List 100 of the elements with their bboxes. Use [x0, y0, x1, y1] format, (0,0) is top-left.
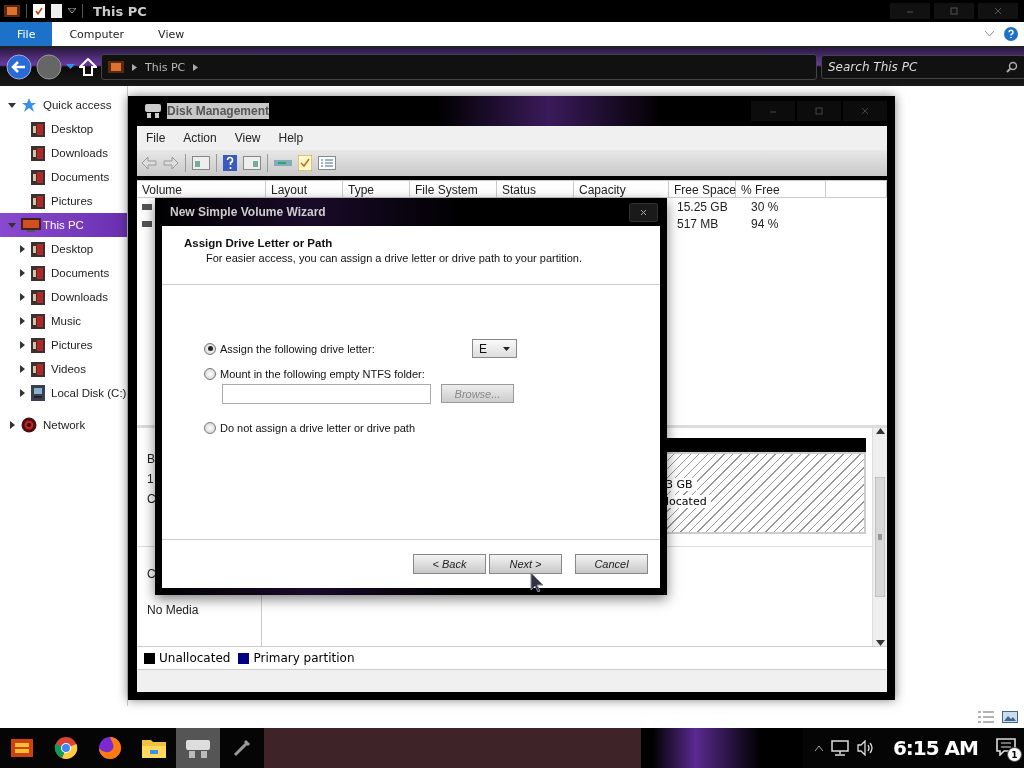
- drive-letter-dropdown[interactable]: E: [472, 339, 517, 358]
- address-bar[interactable]: This PC: [101, 54, 817, 80]
- computer-icon: [21, 218, 41, 232]
- folder-icon[interactable]: [142, 738, 166, 758]
- drive-icon: [31, 385, 45, 401]
- option-label[interactable]: Assign the following drive letter:: [220, 342, 375, 355]
- dialog-title: New Simple Volume Wizard: [170, 205, 326, 219]
- folder-icon: [31, 361, 45, 377]
- properties-icon[interactable]: [318, 156, 336, 170]
- menu-item[interactable]: Action: [174, 131, 226, 145]
- table-cell-text: 517 MB: [676, 216, 720, 231]
- wizard-button[interactable]: < Back: [413, 554, 486, 574]
- sidebar-item[interactable]: Local Disk (C:): [0, 381, 127, 405]
- menu-item[interactable]: File: [137, 131, 175, 145]
- ribbon-tab[interactable]: View: [141, 22, 202, 46]
- folder-icon: [31, 337, 45, 353]
- forward-icon[interactable]: [36, 54, 62, 80]
- sidebar-item[interactable]: Downloads: [0, 285, 127, 309]
- panel-icon[interactable]: [243, 156, 261, 170]
- sidebar-item[interactable]: Videos: [0, 357, 127, 381]
- dropdown-icon[interactable]: [68, 8, 76, 14]
- column-header[interactable]: Volume: [137, 180, 266, 198]
- scroll-thumb[interactable]: [875, 477, 885, 597]
- radio-button[interactable]: [204, 422, 216, 434]
- disk-icon[interactable]: [186, 738, 210, 758]
- breadcrumb[interactable]: This PC: [145, 60, 186, 74]
- folder-path-field[interactable]: [222, 384, 431, 404]
- globe-icon: [21, 417, 37, 433]
- option-label[interactable]: Do not assign a drive letter or drive path: [220, 422, 416, 434]
- table-cell-text: 15.25 GB: [676, 199, 729, 214]
- caret-up-icon[interactable]: [814, 745, 823, 751]
- chevron-down-icon[interactable]: [985, 31, 994, 37]
- radio-button[interactable]: [204, 342, 216, 355]
- sidebar-item[interactable]: Desktop: [0, 237, 127, 261]
- sidebar-item[interactable]: Quick access: [0, 93, 127, 117]
- ribbon-tab[interactable]: Computer: [52, 22, 142, 46]
- chevron-icon: [193, 63, 199, 71]
- wizard-button[interactable]: Next >: [489, 554, 562, 574]
- folder-icon: [31, 265, 45, 281]
- expand-arrow-icon[interactable]: [8, 421, 16, 429]
- sidebar-item[interactable]: Pictures: [0, 189, 127, 213]
- sidebar-item[interactable]: Documents: [0, 261, 127, 285]
- sidebar-item[interactable]: Documents: [0, 165, 127, 189]
- checklist-icon[interactable]: [298, 155, 312, 171]
- wizard-button[interactable]: Cancel: [575, 554, 648, 574]
- folder-icon: [31, 121, 45, 137]
- expand-arrow-icon[interactable]: [18, 293, 26, 301]
- window-title: Disk Management: [167, 103, 270, 119]
- column-header[interactable]: Capacity: [574, 180, 669, 198]
- disk-label: B: [147, 452, 156, 466]
- column-header[interactable]: Free Space: [669, 180, 736, 198]
- window-title: This PC: [93, 3, 147, 19]
- column-header[interactable]: % Free: [736, 180, 826, 198]
- option-label[interactable]: Mount in the following empty NTFS folder:: [220, 368, 425, 380]
- expand-arrow-icon[interactable]: [18, 317, 26, 325]
- radio-button[interactable]: [204, 368, 216, 380]
- folder-icon: [108, 61, 124, 73]
- sidebar-item[interactable]: This PC: [0, 213, 127, 237]
- up-arrow-icon[interactable]: [79, 58, 97, 76]
- notifications-icon[interactable]: [996, 738, 1016, 756]
- sidebar-item[interactable]: Downloads: [0, 141, 127, 165]
- clock[interactable]: 6:15 AM: [892, 736, 978, 760]
- back-icon[interactable]: [6, 54, 32, 80]
- ribbon-tab[interactable]: File: [0, 22, 53, 46]
- page-heading: Assign Drive Letter or Path: [184, 237, 334, 249]
- cursor-icon: [530, 572, 544, 592]
- menu-item[interactable]: Help: [269, 131, 313, 145]
- expand-arrow-icon[interactable]: [18, 365, 26, 373]
- folder-icon: [31, 289, 45, 305]
- sidebar-item[interactable]: Pictures: [0, 333, 127, 357]
- disk-label: No Media: [147, 603, 200, 617]
- network-icon[interactable]: [830, 740, 849, 756]
- panel-icon[interactable]: [192, 156, 210, 170]
- expand-arrow-icon[interactable]: [18, 245, 26, 253]
- dropdown-icon[interactable]: [66, 64, 75, 70]
- table-cell-text: 30 %: [750, 199, 779, 214]
- browser-icon[interactable]: [54, 736, 78, 760]
- sidebar-item[interactable]: Music: [0, 309, 127, 333]
- wrench-icon[interactable]: [232, 738, 252, 758]
- checklist-icon[interactable]: [33, 4, 45, 18]
- browser-icon[interactable]: [98, 736, 122, 760]
- column-header[interactable]: File System: [410, 180, 497, 198]
- expand-arrow-icon[interactable]: [18, 269, 26, 277]
- unallocated-partition[interactable]: 3 GB located: [664, 452, 866, 534]
- expand-arrow-icon[interactable]: [18, 389, 26, 397]
- help-icon[interactable]: [1004, 27, 1018, 41]
- partition-label: 3 GB: [666, 478, 697, 491]
- menu-item[interactable]: View: [225, 131, 270, 145]
- legend-label: Unallocated: [159, 651, 231, 665]
- sidebar-item[interactable]: Network: [0, 413, 127, 437]
- help-icon[interactable]: [223, 155, 237, 171]
- sidebar-item[interactable]: Desktop: [0, 117, 127, 141]
- folder-icon: [4, 5, 20, 17]
- partition-label: located: [666, 495, 711, 508]
- expand-arrow-icon[interactable]: [18, 341, 26, 349]
- thumbnails-view-icon[interactable]: [1002, 711, 1018, 723]
- search-field[interactable]: Search This PC: [821, 55, 1024, 79]
- caret-icon: [503, 346, 510, 351]
- volume-icon[interactable]: [856, 740, 875, 756]
- collapse-arrow-icon[interactable]: [8, 101, 16, 109]
